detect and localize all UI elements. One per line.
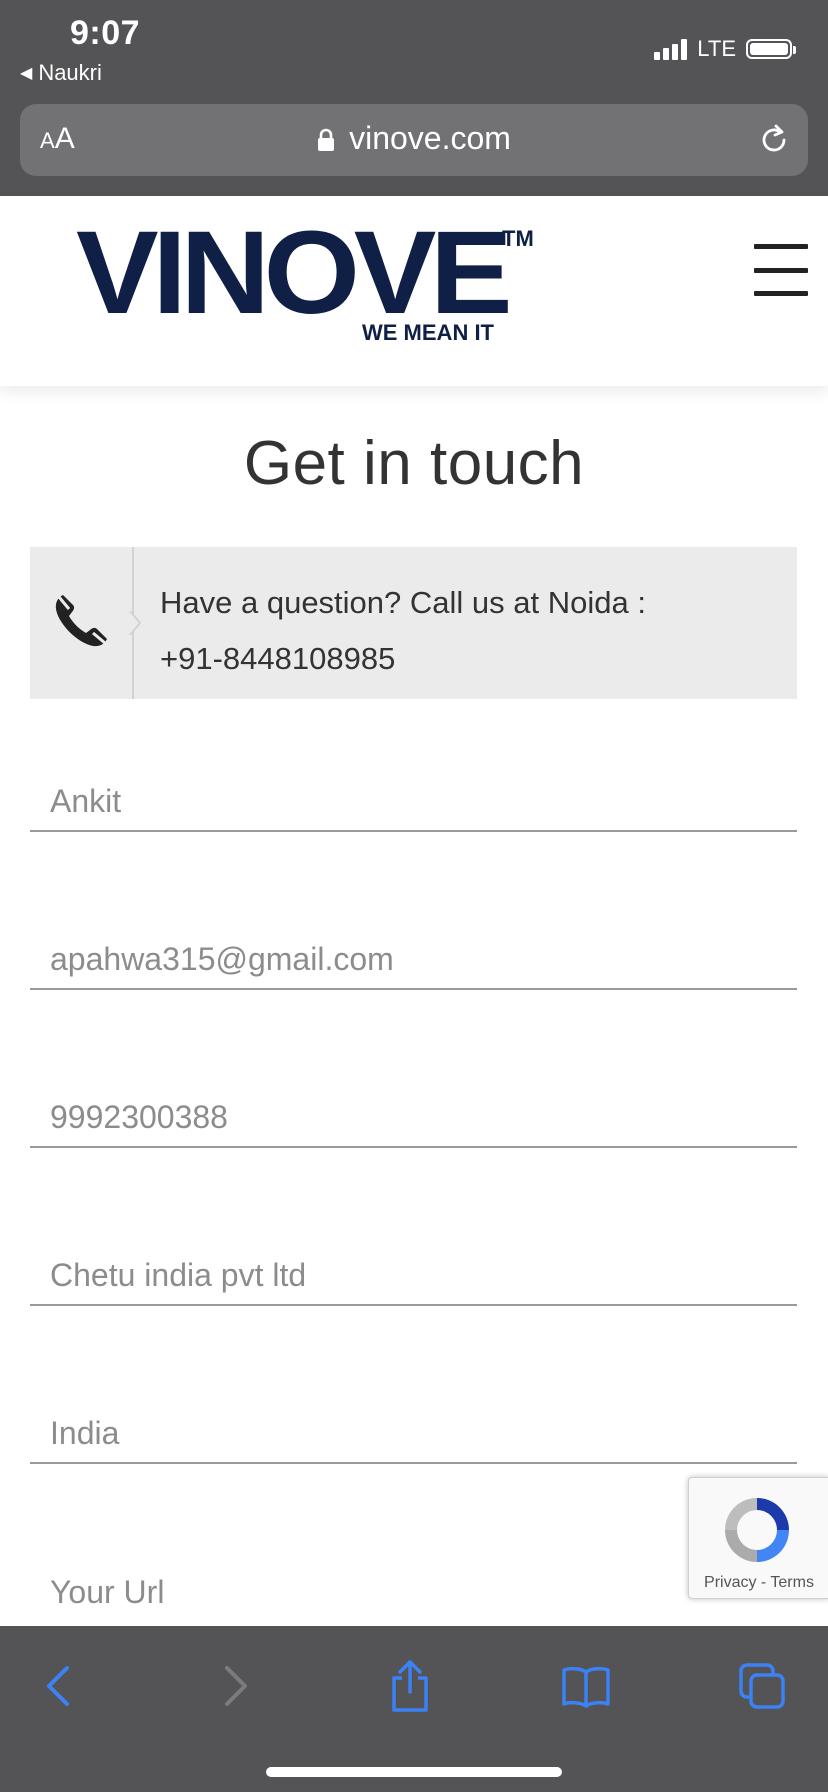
tabs-icon[interactable] (732, 1656, 792, 1716)
vinove-logo[interactable]: VINOVE TM WE MEAN IT (76, 214, 536, 348)
back-icon[interactable] (28, 1656, 88, 1716)
company-field[interactable] (30, 1246, 797, 1306)
signal-icon (654, 38, 688, 60)
email-field[interactable] (30, 930, 797, 990)
back-to-app-link[interactable]: ◀ Naukri (20, 60, 102, 86)
recaptcha-links: Privacy - Terms (704, 1574, 814, 1591)
home-indicator[interactable] (266, 1767, 562, 1777)
back-triangle-icon: ◀ (20, 65, 33, 82)
browser-chrome: 9:07 ◀ Naukri LTE AA vinove.com (0, 0, 828, 196)
pointer-arrow-icon (129, 611, 142, 635)
call-text-line1: Have a question? Call us at Noida : (160, 585, 646, 620)
call-phone-number[interactable]: +91-8448108985 (160, 631, 777, 687)
forward-icon[interactable] (206, 1656, 266, 1716)
recaptcha-privacy-link[interactable]: Privacy (704, 1574, 756, 1591)
recaptcha-badge[interactable]: Privacy - Terms (688, 1477, 828, 1599)
call-info-box: Have a question? Call us at Noida : +91-… (30, 547, 797, 699)
bookmarks-icon[interactable] (556, 1656, 616, 1716)
status-indicators: LTE (654, 36, 796, 62)
page-title: Get in touch (243, 429, 585, 498)
phone-icon (49, 589, 113, 658)
recaptcha-icon (719, 1492, 795, 1573)
recaptcha-terms-link[interactable]: Terms (770, 1574, 814, 1591)
site-header: VINOVE TM WE MEAN IT (0, 196, 828, 386)
share-icon[interactable] (380, 1656, 440, 1716)
name-field[interactable] (30, 772, 797, 832)
battery-icon (746, 39, 796, 59)
phone-field[interactable] (30, 1088, 797, 1148)
country-field[interactable] (30, 1404, 797, 1464)
call-icon-cell (30, 547, 134, 699)
reload-icon[interactable] (756, 122, 792, 163)
back-app-label: Naukri (38, 60, 102, 85)
call-text: Have a question? Call us at Noida : +91-… (160, 575, 777, 687)
address-bar[interactable]: AA vinove.com (20, 104, 808, 176)
lock-icon (317, 128, 335, 151)
menu-icon[interactable] (754, 244, 808, 296)
network-label: LTE (697, 36, 736, 61)
url-display[interactable]: vinove.com (20, 120, 808, 157)
url-text: vinove.com (349, 120, 511, 156)
status-time: 9:07 (70, 14, 141, 52)
url-field[interactable] (30, 1562, 797, 1622)
